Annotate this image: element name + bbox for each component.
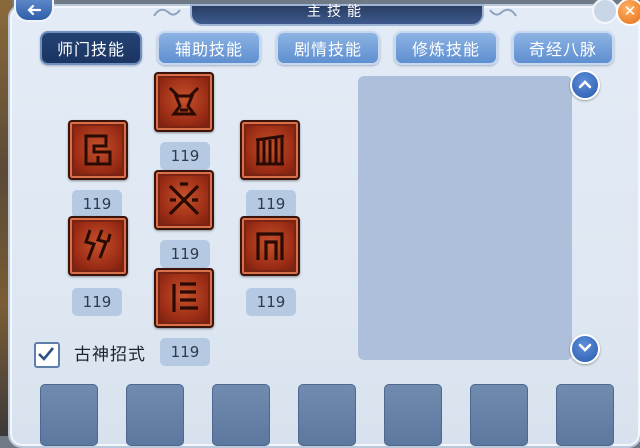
close-button[interactable]: ✕ [616, 0, 640, 26]
skill-icon-left-upper[interactable] [68, 120, 128, 180]
tab-cultivation-skills[interactable]: 修炼技能 [394, 31, 498, 65]
arch-icon [256, 232, 284, 260]
tab-assist-skills[interactable]: 辅助技能 [157, 31, 261, 65]
skill-icon-top[interactable] [154, 72, 214, 132]
skill-level: 119 [246, 190, 296, 218]
skill-slot[interactable] [40, 384, 98, 446]
skill-slot[interactable] [470, 384, 528, 446]
close-icon: ✕ [623, 2, 637, 20]
fence-icon [255, 134, 285, 166]
help-icon[interactable] [592, 0, 618, 24]
cloud-ornament-right [489, 8, 517, 17]
wall-icon [172, 282, 198, 312]
tab-label: 辅助技能 [174, 40, 243, 59]
skill-level: 119 [72, 288, 122, 316]
tab-label: 奇经八脉 [528, 40, 597, 59]
tab-label: 师门技能 [56, 40, 125, 59]
skill-level: 119 [72, 190, 122, 218]
skill-icon-center[interactable] [154, 170, 214, 230]
skill-level: 119 [160, 240, 210, 268]
skill-slot[interactable] [384, 384, 442, 446]
window-title: 主技能 [190, 4, 484, 26]
skills-panel: 主技能 ✕ 师门技能 辅助技能 剧情技能 修炼技能 奇经八脉 119 119 1… [8, 0, 640, 448]
skill-description-panel[interactable] [358, 76, 572, 360]
bull-head-icon [168, 86, 200, 116]
skill-icon-right-lower[interactable] [240, 216, 300, 276]
checkmark-icon [38, 347, 54, 361]
chevron-up-icon [578, 80, 592, 89]
tab-label: 剧情技能 [293, 40, 362, 59]
skill-level: 119 [246, 288, 296, 316]
scroll-up-button[interactable] [570, 70, 600, 100]
skill-slot[interactable] [126, 384, 184, 446]
tab-label: 修炼技能 [411, 40, 480, 59]
tab-meridian-skills[interactable]: 奇经八脉 [512, 31, 614, 65]
skill-slot[interactable] [298, 384, 356, 446]
skill-slot[interactable] [556, 384, 614, 446]
ancient-god-moves-checkbox[interactable] [34, 342, 60, 368]
cloud-ornament-left [153, 8, 181, 17]
tab-sect-skills[interactable]: 师门技能 [40, 31, 142, 65]
stone-gate-icon [84, 134, 112, 166]
tab-story-skills[interactable]: 剧情技能 [276, 31, 380, 65]
skill-level: 119 [160, 338, 210, 366]
chevron-down-icon [578, 343, 592, 352]
lightning-icon [84, 229, 112, 261]
skill-slot[interactable] [212, 384, 270, 446]
back-arrow-icon [27, 4, 42, 16]
skill-level: 119 [160, 142, 210, 170]
scroll-down-button[interactable] [570, 334, 600, 364]
skill-icon-bottom[interactable] [154, 268, 214, 328]
skill-icon-left-lower[interactable] [68, 216, 128, 276]
skill-icon-right-upper[interactable] [240, 120, 300, 180]
checkbox-label: 古神招式 [74, 345, 146, 365]
back-button[interactable] [14, 0, 54, 22]
crossed-blades-icon [168, 182, 200, 216]
